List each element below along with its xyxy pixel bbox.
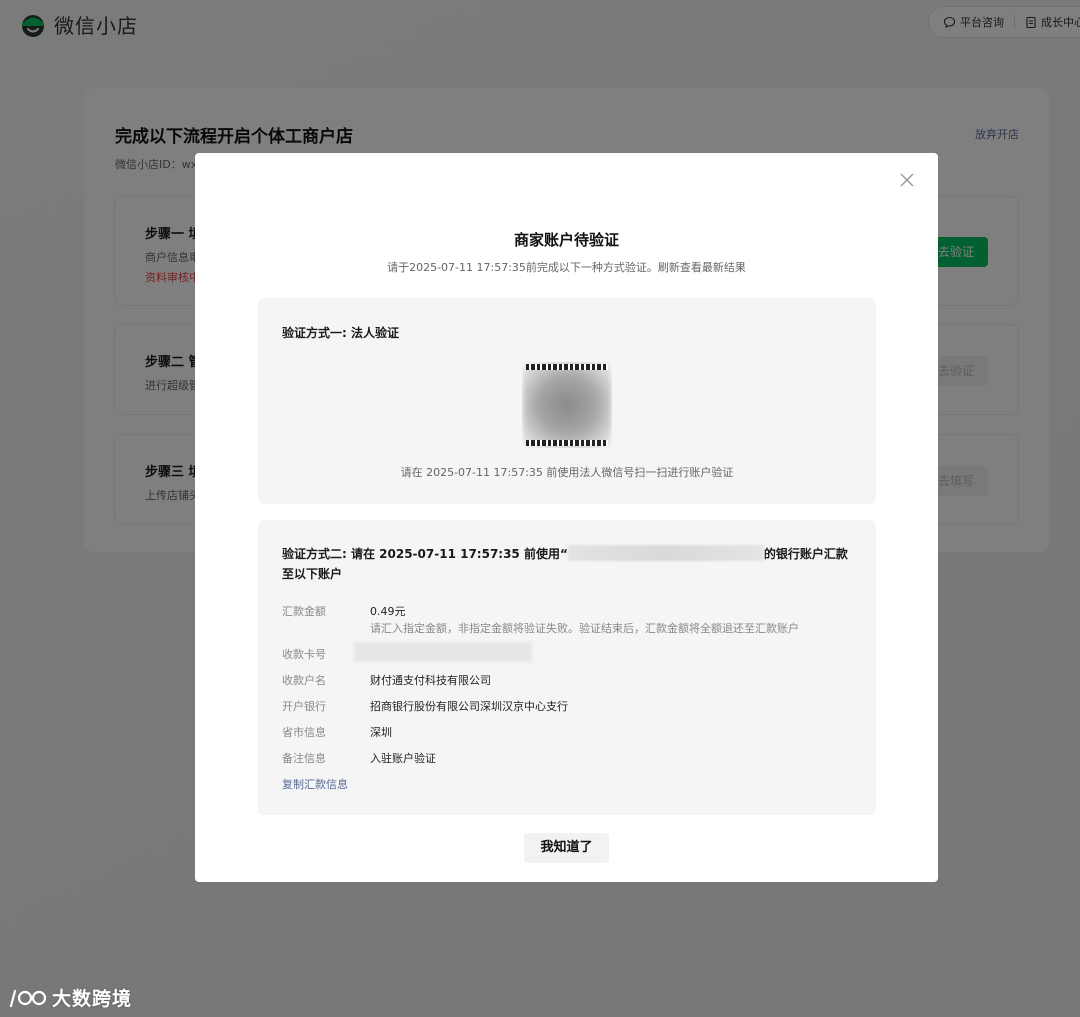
method-one-title: 验证方式一: 法人验证	[282, 326, 399, 340]
row-value: 0.49元	[370, 605, 406, 618]
row-value: 深圳	[370, 726, 392, 739]
row-value: 招商银行股份有限公司深圳汉京中心支行	[370, 700, 568, 713]
row-label: 开户银行	[282, 700, 326, 713]
dialog-subtitle: 请于2025-07-11 17:57:35前完成以下一种方式验证。刷新查看最新结…	[387, 261, 746, 274]
row-value: 财付通支付科技有限公司	[370, 674, 491, 687]
row-label: 省市信息	[282, 726, 326, 739]
account-verification-dialog: 商家账户待验证 请于2025-07-11 17:57:35前完成以下一种方式验证…	[195, 153, 938, 882]
row-value: 入驻账户验证	[370, 752, 436, 765]
method-one-hint: 请在 2025-07-11 17:57:35 前使用法人微信号扫一扫进行账户验证	[400, 466, 734, 479]
qr-edge	[526, 364, 608, 370]
watermark-logo-icon	[9, 989, 47, 1007]
method-one-panel: 验证方式一: 法人验证 请在 2025-07-11 17:57:35 前使用法人…	[258, 298, 876, 504]
method-two-title-prefix: 验证方式二: 请在 2025-07-11 17:57:35 前使用“	[282, 547, 568, 561]
row-note: 请汇入指定金额，非指定金额将验证失败。验证结束后，汇款金额将全额退还至汇款账户	[370, 622, 799, 635]
watermark-text: 大数跨境	[52, 988, 133, 1010]
watermark: 大数跨境	[8, 984, 132, 1011]
method-two-title: 验证方式二: 请在 2025-07-11 17:57:35 前使用“ 的银行账户汇…	[282, 544, 854, 584]
qr-edge	[526, 440, 608, 446]
redacted-card-number	[354, 642, 532, 662]
close-icon[interactable]	[898, 171, 916, 189]
method-two-panel: 验证方式二: 请在 2025-07-11 17:57:35 前使用“ 的银行账户汇…	[258, 520, 876, 815]
row-label: 备注信息	[282, 752, 326, 765]
qr-code	[522, 362, 612, 448]
got-it-button[interactable]: 我知道了	[524, 833, 609, 863]
copy-remittance-info-link[interactable]: 复制汇款信息	[282, 776, 348, 792]
row-label: 收款户名	[282, 674, 326, 687]
row-label: 汇款金额	[282, 605, 326, 618]
row-label: 收款卡号	[282, 648, 326, 661]
qr-blur	[522, 362, 612, 448]
redacted-account-name	[567, 545, 764, 561]
dialog-title: 商家账户待验证	[513, 231, 619, 249]
